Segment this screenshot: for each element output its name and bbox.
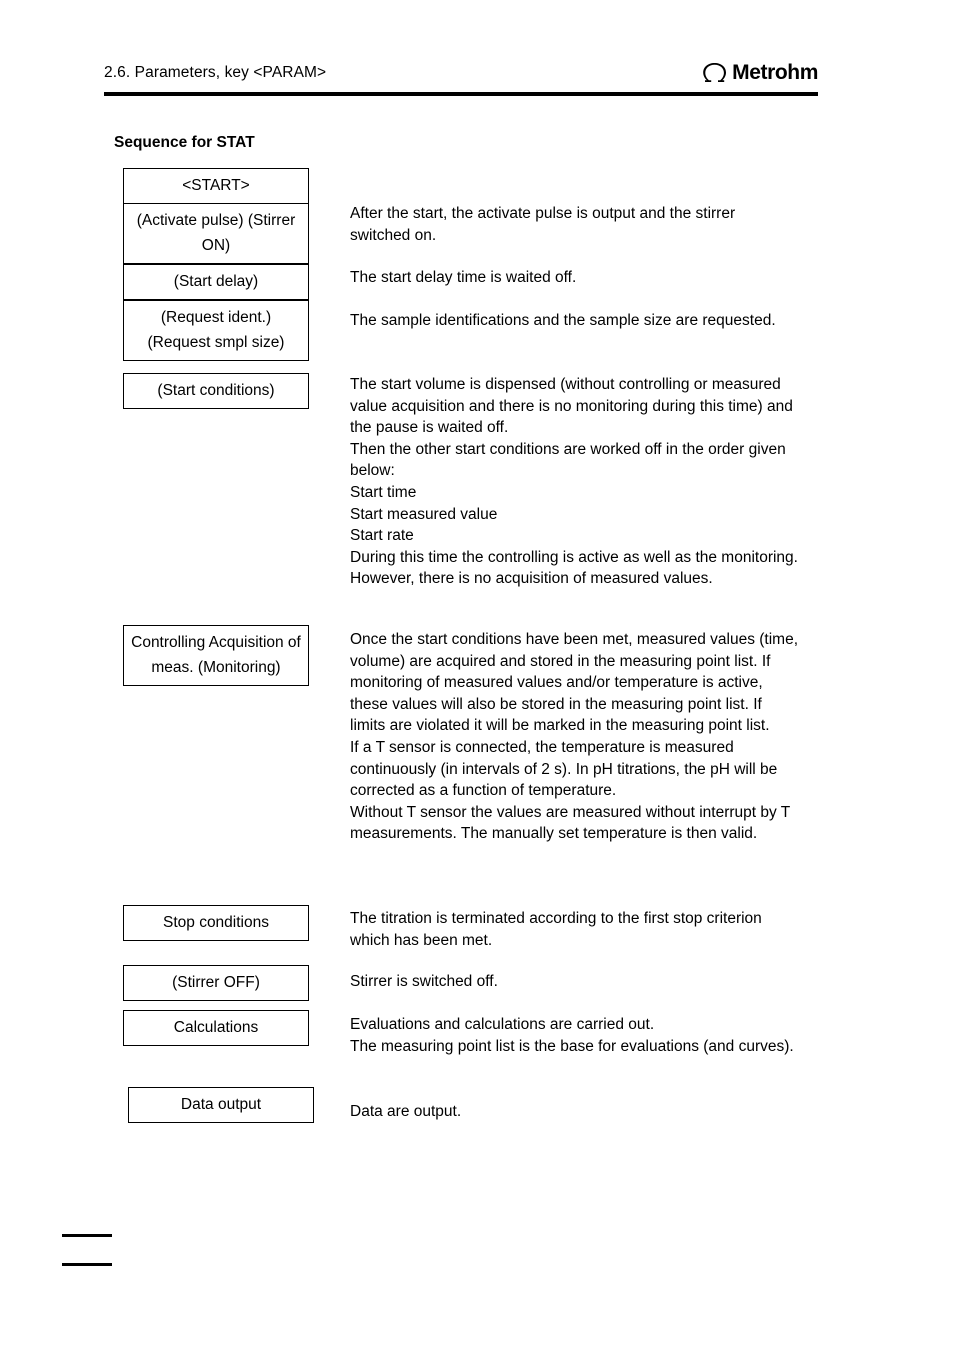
- omega-symbol-icon: [703, 63, 727, 82]
- document-page: 2.6. Parameters, key <PARAM> Metrohm Seq…: [0, 0, 954, 1351]
- footer-rule-top: [62, 1234, 112, 1237]
- description-stop-conditions: The titration is terminated according to…: [350, 910, 762, 949]
- flow-box-start-conditions: (Start conditions): [123, 373, 309, 409]
- metrohm-logo-text: Metrohm: [732, 61, 818, 84]
- section-heading: Sequence for STAT: [114, 134, 255, 151]
- flow-box-stirrer-off: (Stirrer OFF): [123, 965, 309, 1001]
- description-stirrer-off: Stirrer is switched off.: [350, 973, 498, 990]
- footer-rule-bottom: [62, 1263, 112, 1266]
- header-divider: [104, 92, 818, 96]
- description-start-delay: The start delay time is waited off.: [350, 269, 577, 286]
- page-title: 2.6. Parameters, key <PARAM>: [104, 64, 327, 81]
- description-start-conditions: The start volume is dispensed (without c…: [350, 376, 798, 588]
- description-activate-pulse: After the start, the activate pulse is o…: [350, 205, 736, 244]
- description-controlling: Once the start conditions have been met,…: [350, 631, 799, 843]
- flow-box-start: <START>: [123, 168, 309, 204]
- flow-box-stop-conditions: Stop conditions: [123, 905, 309, 941]
- metrohm-logo: Metrohm: [702, 62, 818, 84]
- flow-box-controlling: Controlling Acquisition of meas. (Monito…: [123, 625, 309, 686]
- description-data-output: Data are output.: [350, 1103, 462, 1120]
- flow-box-start-delay: (Start delay): [123, 264, 309, 300]
- description-request-ident: The sample identifications and the sampl…: [350, 312, 776, 329]
- flow-box-calculations: Calculations: [123, 1010, 309, 1046]
- flow-box-request-ident: (Request ident.) (Request smpl size): [123, 300, 309, 361]
- flow-box-data-output: Data output: [128, 1087, 314, 1123]
- description-calculations: Evaluations and calculations are carried…: [350, 1016, 794, 1055]
- flow-box-activate-pulse: (Activate pulse) (Stirrer ON): [123, 203, 309, 264]
